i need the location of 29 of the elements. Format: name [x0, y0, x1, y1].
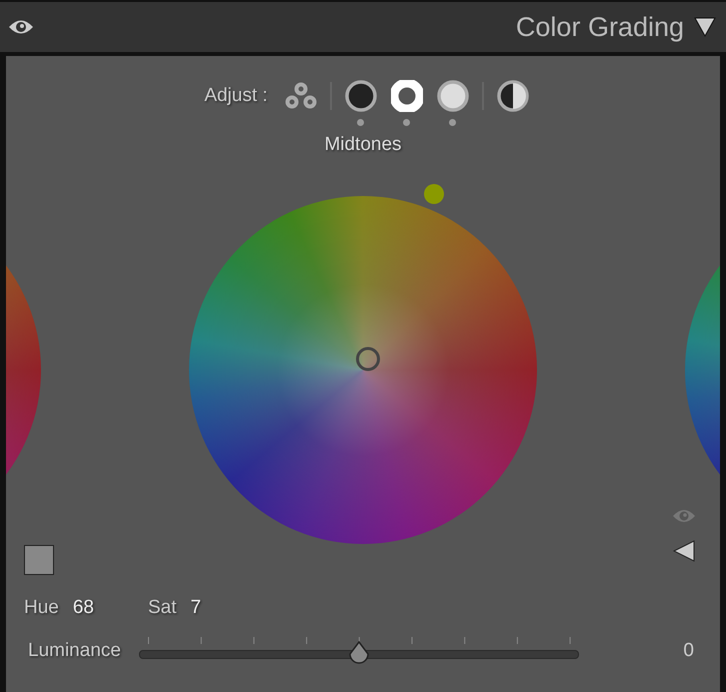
slider-thumb[interactable]	[348, 641, 370, 665]
indicator-dot	[357, 119, 364, 126]
shadows-mode-button[interactable]	[344, 79, 378, 113]
saturation-handle[interactable]	[356, 346, 380, 371]
mode-label: Midtones	[323, 134, 403, 156]
filled-circle-icon	[436, 80, 469, 112]
color-swatch[interactable]	[24, 545, 54, 575]
hue-value[interactable]: 68	[72, 597, 94, 619]
highlights-mode-button[interactable]	[436, 79, 470, 113]
adjust-label: Adjust :	[204, 84, 268, 108]
triangle-left-icon[interactable]	[673, 540, 695, 562]
luminance-value[interactable]: 0	[683, 640, 694, 662]
indicator-dot	[403, 119, 410, 126]
collapse-triangle-icon[interactable]	[694, 16, 716, 38]
panel-title: Color Grading	[516, 12, 684, 42]
midtones-mode-button[interactable]	[390, 79, 424, 113]
three-circles-icon	[284, 81, 318, 111]
global-mode-button[interactable]	[496, 79, 530, 113]
sat-label: Sat	[148, 597, 177, 619]
half-circle-icon	[496, 80, 529, 112]
eye-icon[interactable]	[8, 18, 34, 36]
sat-value[interactable]: 7	[190, 597, 202, 619]
luminance-label: Luminance	[28, 640, 121, 662]
filled-circle-icon	[344, 80, 377, 112]
hue-handle[interactable]	[424, 184, 444, 204]
luminance-slider[interactable]	[138, 637, 579, 665]
hue-label: Hue	[24, 597, 59, 619]
ring-icon	[390, 80, 423, 112]
indicator-dot	[449, 119, 456, 126]
